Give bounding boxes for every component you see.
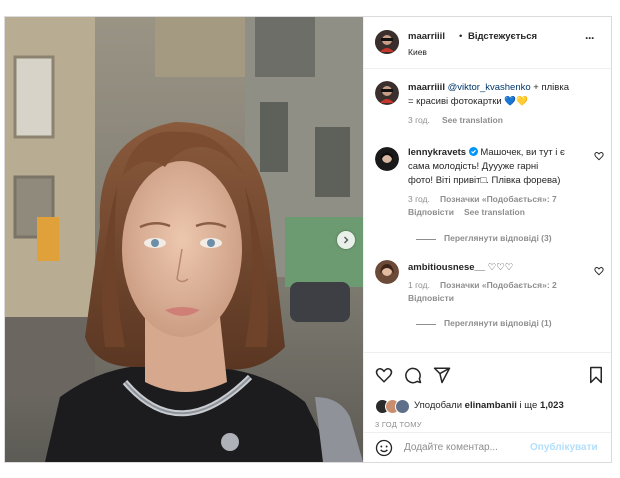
caption-line-2: = красиві фотокартки 💙💛 xyxy=(408,96,529,107)
view-replies-button[interactable]: Переглянути відповіді (3) xyxy=(444,233,552,243)
comment-likes[interactable]: Позначки «Подобається»: 7 xyxy=(440,194,557,204)
caption-line-1: maarriiil @viktor_kvashenko + плівка xyxy=(408,82,569,93)
chevron-right-icon xyxy=(344,236,349,244)
post-timestamp[interactable]: 3 ГОД ТОМУ xyxy=(375,420,422,429)
likes-count[interactable]: 1,023 xyxy=(540,400,564,411)
next-photo-button[interactable] xyxy=(337,231,355,249)
emoji-smiley-icon[interactable] xyxy=(375,439,393,457)
comment-time: 3 год. xyxy=(408,194,430,204)
comment-reply[interactable]: Відповісти xyxy=(408,207,454,217)
post-location[interactable]: Киев xyxy=(408,47,427,57)
header-separator: • xyxy=(459,31,463,42)
comment-time: 1 год. xyxy=(408,280,430,290)
comment-text-2: сама молодість! Дуууже гарні xyxy=(408,161,539,172)
comment-text: ♡♡♡ xyxy=(485,262,514,273)
comment-reply[interactable]: Відповісти xyxy=(408,293,454,303)
comment-see-translation[interactable]: See translation xyxy=(464,207,525,217)
save-bookmark-icon[interactable] xyxy=(588,366,604,384)
comment-likes[interactable]: Позначки «Подобається»: 2 xyxy=(440,280,557,290)
comment-username[interactable]: lennykravets xyxy=(408,147,466,158)
view-replies-button[interactable]: Переглянути відповіді (1) xyxy=(444,318,552,328)
post-dialog: maarriiil • Відстежується Киев ··· maarr… xyxy=(4,16,612,463)
likes-user[interactable]: elinambanii xyxy=(465,400,517,411)
comment-avatar[interactable] xyxy=(375,260,399,284)
replies-divider xyxy=(416,239,436,240)
likes-middle: і ще xyxy=(516,400,540,411)
caption-time: 3 год. xyxy=(408,115,430,125)
caption-mention[interactable]: @viktor_kvashenko xyxy=(448,82,531,93)
post-header: maarriiil • Відстежується Киев ··· xyxy=(364,17,611,69)
post-photo[interactable] xyxy=(5,17,363,462)
caption-see-translation[interactable]: See translation xyxy=(442,115,503,125)
comment-text-3: фото! Віті привіт□. Плівка форева) xyxy=(408,175,561,186)
author-username[interactable]: maarriiil xyxy=(408,31,445,42)
comment-line-1: ambitiousnese__ ♡♡♡ xyxy=(408,262,513,273)
comment-text-1: Машочек, ви тут і є xyxy=(477,147,565,158)
add-comment-bar: Додайте коментар... Опублікувати xyxy=(364,432,611,462)
caption-avatar[interactable] xyxy=(375,81,399,105)
comment-like-heart-icon[interactable] xyxy=(594,266,604,276)
caption-text-1: + плівка xyxy=(530,82,569,93)
likes-prefix: Уподобали xyxy=(414,400,465,411)
replies-divider xyxy=(416,324,436,325)
comment-line-1: lennykravets Машочек, ви тут і є xyxy=(408,147,565,158)
likes-summary: Уподобали elinambanii і ще 1,023 xyxy=(414,400,564,411)
share-send-icon[interactable] xyxy=(433,366,451,384)
liker-avatar xyxy=(395,399,410,414)
post-actions: Уподобали elinambanii і ще 1,023 3 ГОД Т… xyxy=(364,352,611,433)
more-options-button[interactable]: ··· xyxy=(585,31,595,45)
publish-button[interactable]: Опублікувати xyxy=(530,442,598,453)
comment-username[interactable]: ambitiousnese__ xyxy=(408,262,485,273)
author-avatar[interactable] xyxy=(375,30,399,54)
portrait-image xyxy=(5,17,363,462)
comment-avatar[interactable] xyxy=(375,147,399,171)
comment-input[interactable]: Додайте коментар... xyxy=(404,442,498,453)
post-side-panel: maarriiil • Відстежується Киев ··· maarr… xyxy=(363,17,611,462)
comment-icon[interactable] xyxy=(404,366,422,384)
caption-username[interactable]: maarriiil xyxy=(408,82,445,93)
following-button[interactable]: Відстежується xyxy=(468,31,537,42)
comment-like-heart-icon[interactable] xyxy=(594,151,604,161)
like-heart-icon[interactable] xyxy=(375,366,393,384)
verified-badge-icon xyxy=(468,147,478,156)
